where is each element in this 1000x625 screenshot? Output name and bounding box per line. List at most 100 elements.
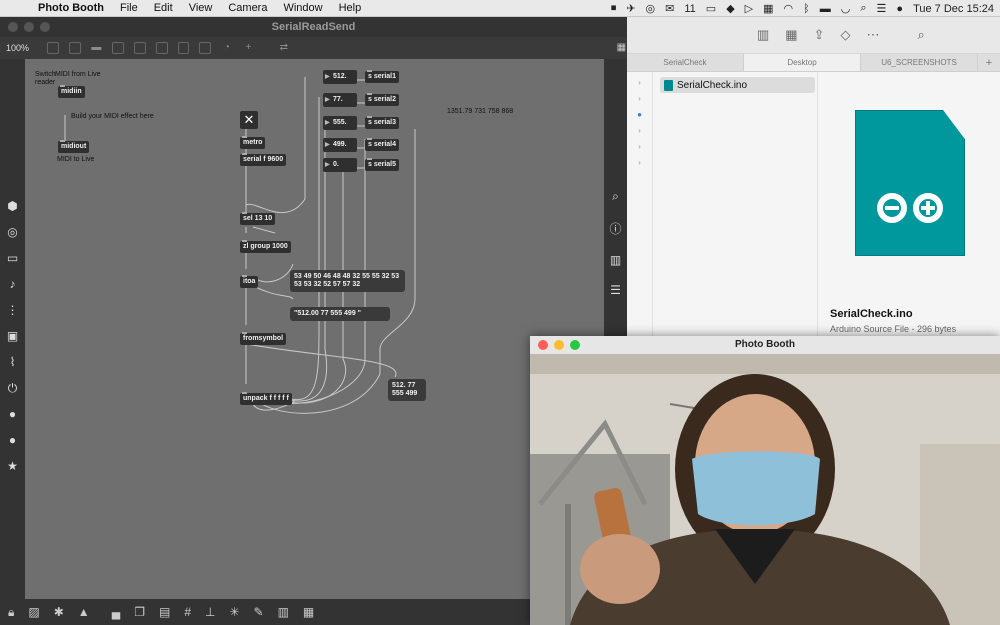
clock[interactable]: Tue 7 Dec 15:24 — [913, 3, 994, 15]
image-icon[interactable]: ▣ — [7, 329, 18, 343]
share-icon[interactable]: ⇪ — [814, 27, 825, 43]
chevron-right-icon[interactable]: › — [638, 94, 641, 103]
float-icon[interactable] — [177, 42, 190, 54]
send-serial2-object[interactable]: s serial2 — [365, 93, 400, 106]
more-icon[interactable]: ⋯ — [867, 27, 880, 43]
tab-desktop[interactable]: Desktop — [744, 54, 861, 71]
midiout-object[interactable]: midiout — [58, 140, 90, 153]
number-box-3[interactable]: 555. — [323, 116, 357, 130]
chevron-right-icon[interactable]: › — [638, 158, 641, 167]
tab-u6-screenshots[interactable]: U6_SCREENSHOTS — [861, 54, 978, 71]
fromsymbol-object[interactable]: fromsymbol — [240, 332, 287, 345]
view-columns-icon[interactable]: ▥ — [757, 27, 769, 43]
menu-edit[interactable]: Edit — [146, 2, 181, 14]
serial-object[interactable]: serial f 9600 — [240, 153, 287, 166]
chevron-right-icon[interactable]: › — [638, 78, 641, 87]
flag-icon[interactable]: ▦ — [763, 2, 773, 15]
send-serial5-object[interactable]: s serial5 — [365, 158, 400, 171]
toggle-icon[interactable] — [133, 42, 146, 54]
number-box-4[interactable]: 499. — [323, 138, 357, 152]
layers-icon[interactable]: ▤ — [159, 605, 170, 619]
zl-group-object[interactable]: zl group 1000 — [240, 240, 291, 253]
lock-icon[interactable]: 🔒︎ — [8, 605, 14, 620]
package-icon[interactable]: ⬢ — [7, 199, 17, 213]
warning-icon[interactable]: ▲ — [78, 605, 90, 619]
menu-camera[interactable]: Camera — [220, 2, 275, 14]
number-box-5[interactable]: 0. — [323, 158, 357, 172]
piano-icon[interactable]: ▥ — [278, 605, 289, 619]
zoom-button[interactable] — [570, 340, 580, 350]
battery-icon[interactable]: ▭ — [706, 2, 716, 15]
keyboard-icon[interactable]: ▦ — [303, 605, 314, 619]
patcher-canvas[interactable]: Switch reader MIDI from Live midiin Buil… — [25, 59, 604, 599]
send-serial4-object[interactable]: s serial4 — [365, 138, 400, 151]
string-message[interactable]: "512.00 77 555 499 " — [290, 307, 390, 321]
info-icon[interactable]: ⓘ — [609, 220, 621, 237]
number-box-2[interactable]: 77. — [323, 93, 357, 107]
send-serial1-object[interactable]: s serial1 — [365, 70, 400, 83]
wifi-icon[interactable]: ◡ — [841, 2, 851, 15]
wechat-icon[interactable]: ✉ — [665, 2, 674, 15]
midiin-object[interactable]: midiin — [58, 85, 85, 98]
control-center-icon[interactable]: ☰ — [877, 2, 887, 15]
menu-app-name[interactable]: Photo Booth — [30, 2, 112, 14]
photobooth-title-bar[interactable]: Photo Booth — [530, 336, 1000, 354]
number-box-1[interactable]: 512. — [323, 70, 357, 84]
search-icon[interactable]: ⌕ — [612, 189, 619, 204]
snowflake-icon[interactable]: ✱ — [54, 605, 64, 619]
minimize-button[interactable] — [24, 22, 34, 32]
info-circle-icon[interactable]: ● — [9, 407, 16, 421]
menu-file[interactable]: File — [112, 2, 146, 14]
slider-icon[interactable] — [199, 42, 212, 54]
search-icon[interactable]: ⌕ — [860, 2, 866, 15]
message-icon[interactable] — [68, 42, 81, 54]
book-icon[interactable]: ▥ — [610, 253, 621, 267]
zoom-select[interactable]: 100% — [6, 43, 37, 53]
target-icon[interactable]: ◎ — [7, 225, 17, 239]
star-icon[interactable]: ★ — [7, 459, 18, 473]
music-note-icon[interactable]: ♪ — [10, 277, 16, 291]
grid-icon[interactable]: ▦ — [616, 42, 627, 54]
keyboard-icon[interactable]: ▭ — [7, 251, 18, 265]
play-icon[interactable]: ▷ — [745, 2, 753, 15]
shield-icon[interactable]: ◆ — [726, 2, 734, 15]
zoom-button[interactable] — [40, 22, 50, 32]
link-icon[interactable]: ● — [9, 433, 16, 447]
result-message[interactable]: 512. 77 555 499 — [388, 379, 426, 401]
chevron-right-icon[interactable]: › — [638, 126, 641, 135]
bytes-message[interactable]: 53 49 50 46 48 48 32 55 55 32 53 53 53 3… — [290, 270, 405, 292]
windows-icon[interactable]: ❐ — [134, 605, 145, 619]
search-icon[interactable]: ⌕ — [918, 27, 925, 43]
hierarchy-icon[interactable]: ⊥ — [205, 605, 215, 619]
list-icon[interactable]: ☰ — [610, 283, 621, 297]
button-icon[interactable] — [112, 42, 124, 54]
dial-icon[interactable]: ◔ — [221, 42, 232, 54]
siri-icon[interactable]: ● — [896, 3, 903, 15]
file-row-serialcheck[interactable]: SerialCheck.ino — [660, 77, 815, 93]
new-object-icon[interactable] — [47, 42, 59, 54]
chat-icon[interactable]: ◎ — [646, 2, 656, 15]
comment-icon[interactable]: ▬ — [91, 42, 102, 54]
plug-icon[interactable]: ⏻ — [8, 381, 18, 395]
tag-icon[interactable]: ◇ — [841, 27, 851, 43]
send-serial3-object[interactable]: s serial3 — [365, 116, 400, 129]
toggle-close-icon[interactable]: ✕ — [240, 111, 258, 129]
itoa-object[interactable]: itoa — [240, 275, 259, 288]
close-button[interactable] — [538, 340, 548, 350]
stop-icon[interactable]: ⏹ — [611, 2, 617, 15]
sel-object[interactable]: sel 13 10 — [240, 212, 276, 225]
chat-icon[interactable]: ▄ — [112, 605, 121, 619]
sequence-icon[interactable]: ⋮ — [7, 303, 19, 317]
menu-help[interactable]: Help — [331, 2, 370, 14]
menu-window[interactable]: Window — [275, 2, 330, 14]
paperclip-icon[interactable]: ⌇ — [10, 355, 16, 369]
add-icon[interactable]: + — [243, 42, 254, 54]
metro-object[interactable]: metro — [240, 136, 266, 149]
menu-view[interactable]: View — [181, 2, 221, 14]
unpack-object[interactable]: unpack f f f f f — [240, 392, 292, 405]
close-button[interactable] — [8, 22, 18, 32]
minimize-button[interactable] — [554, 340, 564, 350]
group-icon[interactable]: ▦ — [785, 27, 797, 43]
debug-icon[interactable]: ✳ — [229, 605, 239, 619]
number-icon[interactable] — [155, 42, 168, 54]
